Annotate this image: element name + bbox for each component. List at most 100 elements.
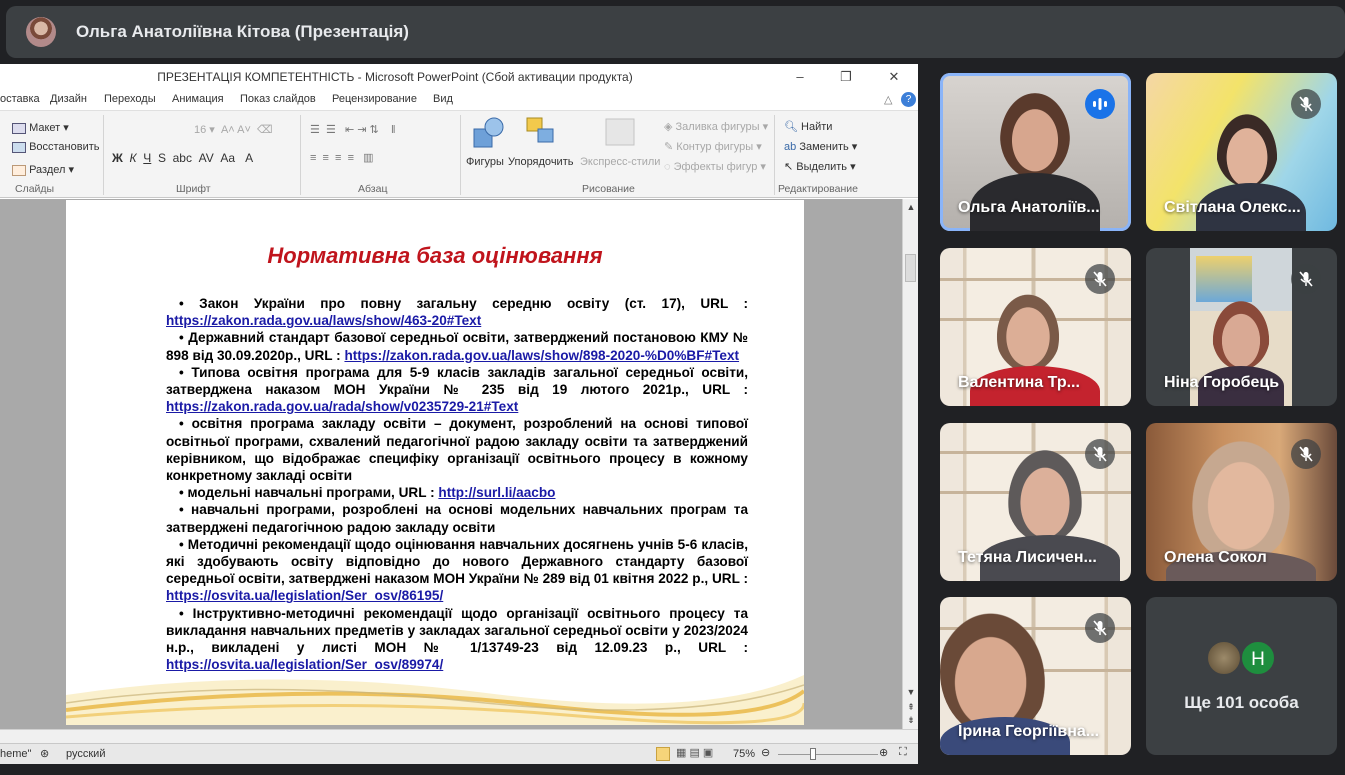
shape-fill-button[interactable]: ◈ Заливка фигуры ▾ [664,120,768,133]
quick-styles-icon[interactable] [604,117,636,150]
ribbon-separator [460,115,461,195]
ribbon-separator [774,115,775,195]
section-button[interactable]: Раздел ▾ [12,163,74,176]
slide-link[interactable]: https://osvita.ua/legislation/Ser_osv/89… [166,657,443,672]
minimize-icon[interactable]: – [785,67,815,87]
participant-name: Ольга Анатоліїв... [958,199,1100,216]
shapes-icon[interactable] [472,115,504,152]
zoom-level[interactable]: 75% [733,748,755,760]
scroll-up-icon[interactable]: ▲ [903,202,918,212]
scroll-down-icon[interactable]: ▼ [903,687,918,697]
ribbon-separator [103,115,104,195]
slide-link[interactable]: https://zakon.rada.gov.ua/laws/show/898-… [344,348,739,363]
participant-name: Олена Сокол [1164,549,1267,566]
vertical-scrollbar[interactable]: ▲ ▼ ⇞ ⇟ [902,199,918,729]
zoom-slider[interactable] [778,754,878,755]
participant-tile[interactable]: Ірина Георгіївна... [940,597,1131,755]
menu-review[interactable]: Рецензирование [332,93,417,105]
menu-view[interactable]: Вид [433,93,453,105]
list-buttons[interactable]: ☰ ☰ ⇤ ⇥ ⇅ ǁ [310,123,396,136]
horizontal-scrollbar[interactable] [0,729,918,743]
shapes-button[interactable]: Фигуры [466,156,504,168]
replace-icon: ab [784,141,797,153]
slide-link[interactable]: http://surl.li/aacbo [438,485,555,500]
arrange-icon[interactable] [524,115,558,152]
participant-tile[interactable]: Тетяна Лисичен... [940,423,1131,581]
prev-slide-icon[interactable]: ⇞ [903,702,918,713]
participant-tile[interactable]: Ольга Анатоліїв... [940,73,1131,231]
section-icon [12,164,26,176]
restore-icon[interactable]: ❐ [831,67,861,87]
align-buttons[interactable]: ≡ ≡ ≡ ≡ ▥ [310,151,374,164]
zoom-slider-thumb[interactable] [810,748,816,760]
slide-title: Нормативна база оцінювання [267,243,603,268]
arrange-button[interactable]: Упорядочить [508,156,573,168]
scroll-thumb[interactable] [905,254,916,282]
participant-name: Ніна Горобець [1164,374,1280,391]
statusbar: heme" ⊛ русский ▦ ▤ ▣ 75% ⊖ ⊕ ⛶ [0,743,918,764]
mic-muted-icon [1085,613,1115,643]
close-icon[interactable]: ✕ [879,67,909,87]
participant-name: Валентина Тр... [958,374,1080,391]
slide-link[interactable]: https://zakon.rada.gov.ua/laws/show/463-… [166,313,481,328]
layout-button[interactable]: Макет ▾ [12,121,69,134]
menu-design[interactable]: Дизайн [50,93,87,105]
participant-name: Тетяна Лисичен... [958,549,1097,566]
menu-insert[interactable]: оставка [0,93,40,105]
slide-item: • Інструктивно-методичні рекомендації що… [166,605,748,673]
view-buttons[interactable]: ▦ ▤ ▣ [676,746,713,759]
shape-effects-button[interactable]: ◌ Эффекты фигур ▾ [664,160,766,173]
group-font-label: Шрифт [176,183,211,195]
font-size-box[interactable]: 16 ▾ A˄ A˅ ⌫ [194,123,273,136]
menu-animation[interactable]: Анимация [172,93,224,105]
slide-item: • Державний стандарт базової середньої о… [166,330,748,363]
slide-item: • Закон України про повну загальну серед… [166,296,748,329]
slide-item: • навчальні програми, розроблені на осно… [166,502,748,535]
menu-transitions[interactable]: Переходы [104,93,156,105]
quick-styles-button[interactable]: Экспресс-стили [580,156,660,168]
next-slide-icon[interactable]: ⇟ [903,715,918,726]
group-paragraph-label: Абзац [358,183,388,195]
shape-outline-button[interactable]: ✎ Контур фигуры ▾ [664,140,762,153]
theme-name: heme" [0,748,32,760]
ribbon-separator [300,115,301,195]
more-participants-label: Ще 101 особа [1184,693,1299,712]
speaking-indicator-icon [1085,89,1115,119]
presenter-bar[interactable]: Ольга Анатоліївна Кітова (Презентація) [6,6,1345,58]
help-icon[interactable]: ? [901,92,916,107]
menu-slideshow[interactable]: Показ слайдов [240,93,316,105]
presenter-avatar [26,17,56,47]
ribbon: Макет ▾ Восстановить Раздел ▾ Слайды 16 … [0,110,918,198]
find-icon: 🔍︎ [784,121,798,133]
reset-button[interactable]: Восстановить [12,141,100,153]
font-format-buttons[interactable]: Ж К Ч S abc AV Aa A [112,151,253,165]
fit-slide-icon[interactable]: ⛶ [899,746,907,759]
group-slides-label: Слайды [15,183,55,195]
participant-tile[interactable]: Валентина Тр... [940,248,1131,406]
slide[interactable]: Нормативна база оцінювання • Закон Украї… [66,200,804,725]
participant-tile[interactable]: Олена Сокол [1146,423,1337,581]
mic-muted-icon [1291,264,1321,294]
slide-link[interactable]: https://zakon.rada.gov.ua/rada/show/v023… [166,399,518,414]
slide-link[interactable]: https://osvita.ua/legislation/Ser_osv/86… [166,588,443,603]
more-participants-tile[interactable]: Н Ще 101 особа [1146,597,1337,755]
ppt-window-title: ПРЕЗЕНТАЦІЯ КОМПЕТЕНТНІСТЬ - Microsoft P… [157,70,633,84]
participant-name: Ірина Георгіївна... [958,723,1100,740]
slide-body: • Закон України про повну загальну серед… [166,295,748,673]
participant-avatar: Н [1240,640,1276,676]
zoom-out-icon[interactable]: ⊖ [761,746,770,759]
participant-avatar [1206,640,1242,676]
participant-tile[interactable]: Ніна Горобець [1146,248,1337,406]
ribbon-collapse-icon[interactable]: △ [884,93,892,106]
participant-tile[interactable]: Світлана Олекс... [1146,73,1337,231]
select-icon: ↖ [784,161,794,173]
slide-item: • модельні навчальні програми, URL : htt… [179,485,556,501]
zoom-in-icon[interactable]: ⊕ [879,746,888,759]
find-button[interactable]: 🔍︎ Найти [784,120,832,133]
replace-button[interactable]: ab Заменить ▾ [784,140,857,153]
normal-view-icon[interactable] [656,747,670,761]
ppt-menubar: оставка Дизайн Переходы Анимация Показ с… [0,90,918,110]
reset-icon [12,141,26,153]
language-label[interactable]: русский [66,748,105,760]
select-button[interactable]: ↖ Выделить ▾ [784,160,856,173]
